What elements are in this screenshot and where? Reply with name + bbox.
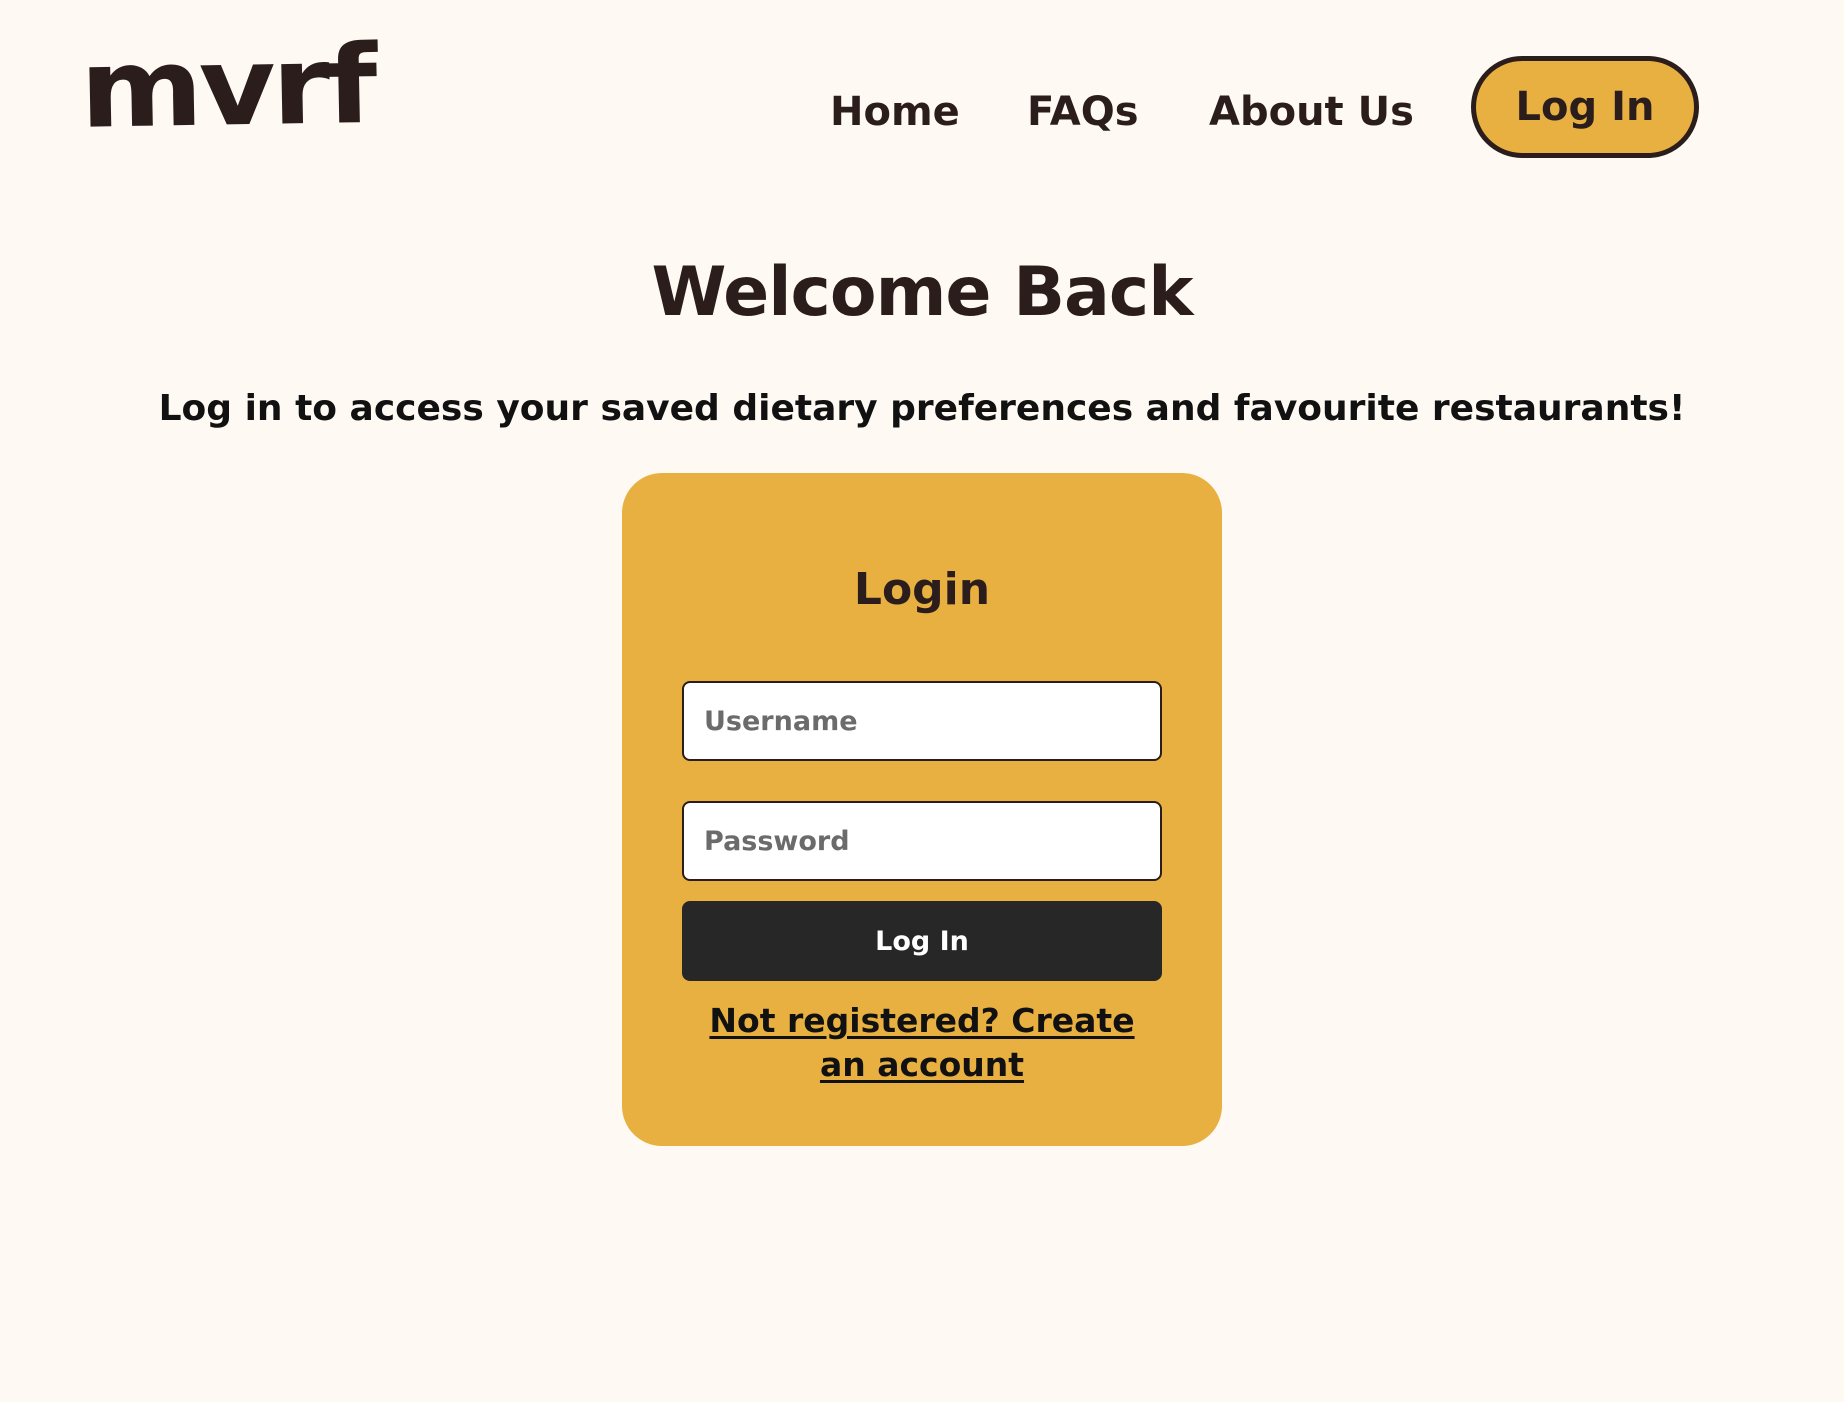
login-submit-button[interactable]: Log In <box>682 901 1162 981</box>
page-subtitle: Log in to access your saved dietary pref… <box>158 388 1686 429</box>
nav-link-about-us[interactable]: About Us <box>1209 86 1414 138</box>
password-input[interactable] <box>682 801 1162 881</box>
nav-link-faqs[interactable]: FAQs <box>1027 86 1139 138</box>
main-nav: Home FAQs About Us Log In <box>0 0 1844 220</box>
nav-login-button[interactable]: Log In <box>1471 56 1699 158</box>
nav-link-home[interactable]: Home <box>830 86 960 138</box>
username-input[interactable] <box>682 681 1162 761</box>
page-title: Welcome Back <box>651 253 1194 332</box>
create-account-link[interactable]: Not registered? Create an account <box>682 999 1162 1087</box>
login-card-title: Login <box>853 564 991 615</box>
